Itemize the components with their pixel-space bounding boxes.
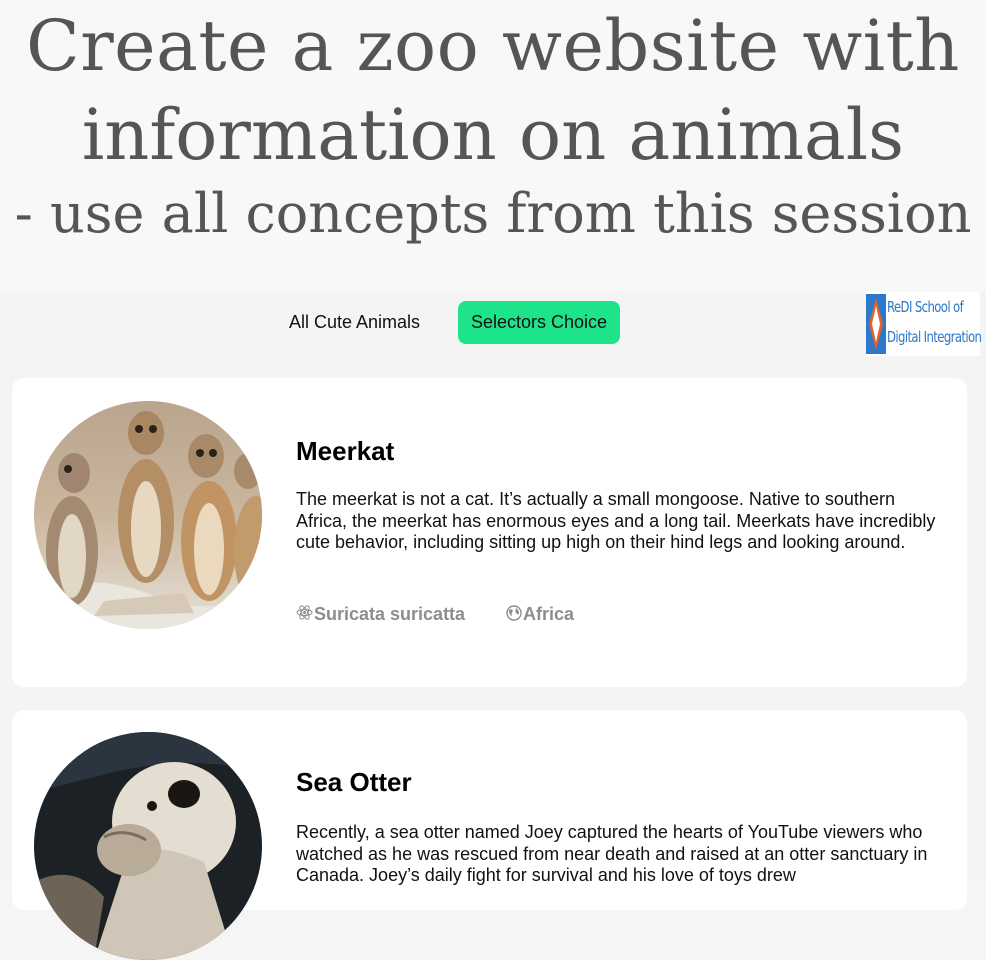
animal-description: The meerkat is not a cat. It’s actually … (296, 489, 936, 553)
redi-school-logo: ReDI School of Digital Integration (866, 292, 982, 356)
nav-selectors-choice[interactable]: Selectors Choice (458, 301, 620, 344)
banner-line-3: - use all concepts from this session (14, 182, 972, 245)
logo-text: ReDI School of Digital Integration (887, 292, 982, 352)
sea-otter-image (34, 732, 262, 960)
logo-line-2: Digital Integration (887, 328, 982, 346)
meerkat-photo (34, 401, 262, 629)
animal-name: Sea Otter (296, 767, 412, 797)
animal-scientific-name: Suricata suricatta (296, 604, 465, 625)
animal-card: Meerkat The meerkat is not a cat. It’s a… (12, 378, 967, 687)
region-text: Africa (523, 604, 575, 624)
nav-all-cute-animals[interactable]: All Cute Animals (289, 301, 420, 344)
globe-icon (506, 605, 522, 621)
animal-name: Meerkat (296, 436, 395, 466)
animal-description: Recently, a sea otter named Joey capture… (296, 822, 928, 886)
redi-logo-mark-icon (866, 294, 886, 354)
banner-line-2: information on animals (81, 94, 905, 176)
animal-region: Africa (506, 604, 574, 625)
logo-line-1: ReDI School of (887, 298, 964, 316)
meerkat-image (34, 401, 262, 629)
assignment-banner: Create a zoo website with information on… (0, 0, 986, 292)
scientific-name-text: Suricata suricatta (314, 604, 466, 624)
sea-otter-photo (34, 732, 262, 960)
zoo-app: All Cute Animals Selectors Choice ReDI S… (0, 292, 986, 960)
banner-line-1: Create a zoo website with (26, 5, 960, 87)
atom-icon (296, 605, 313, 620)
animal-card: Sea Otter Recently, a sea otter named Jo… (12, 710, 967, 960)
